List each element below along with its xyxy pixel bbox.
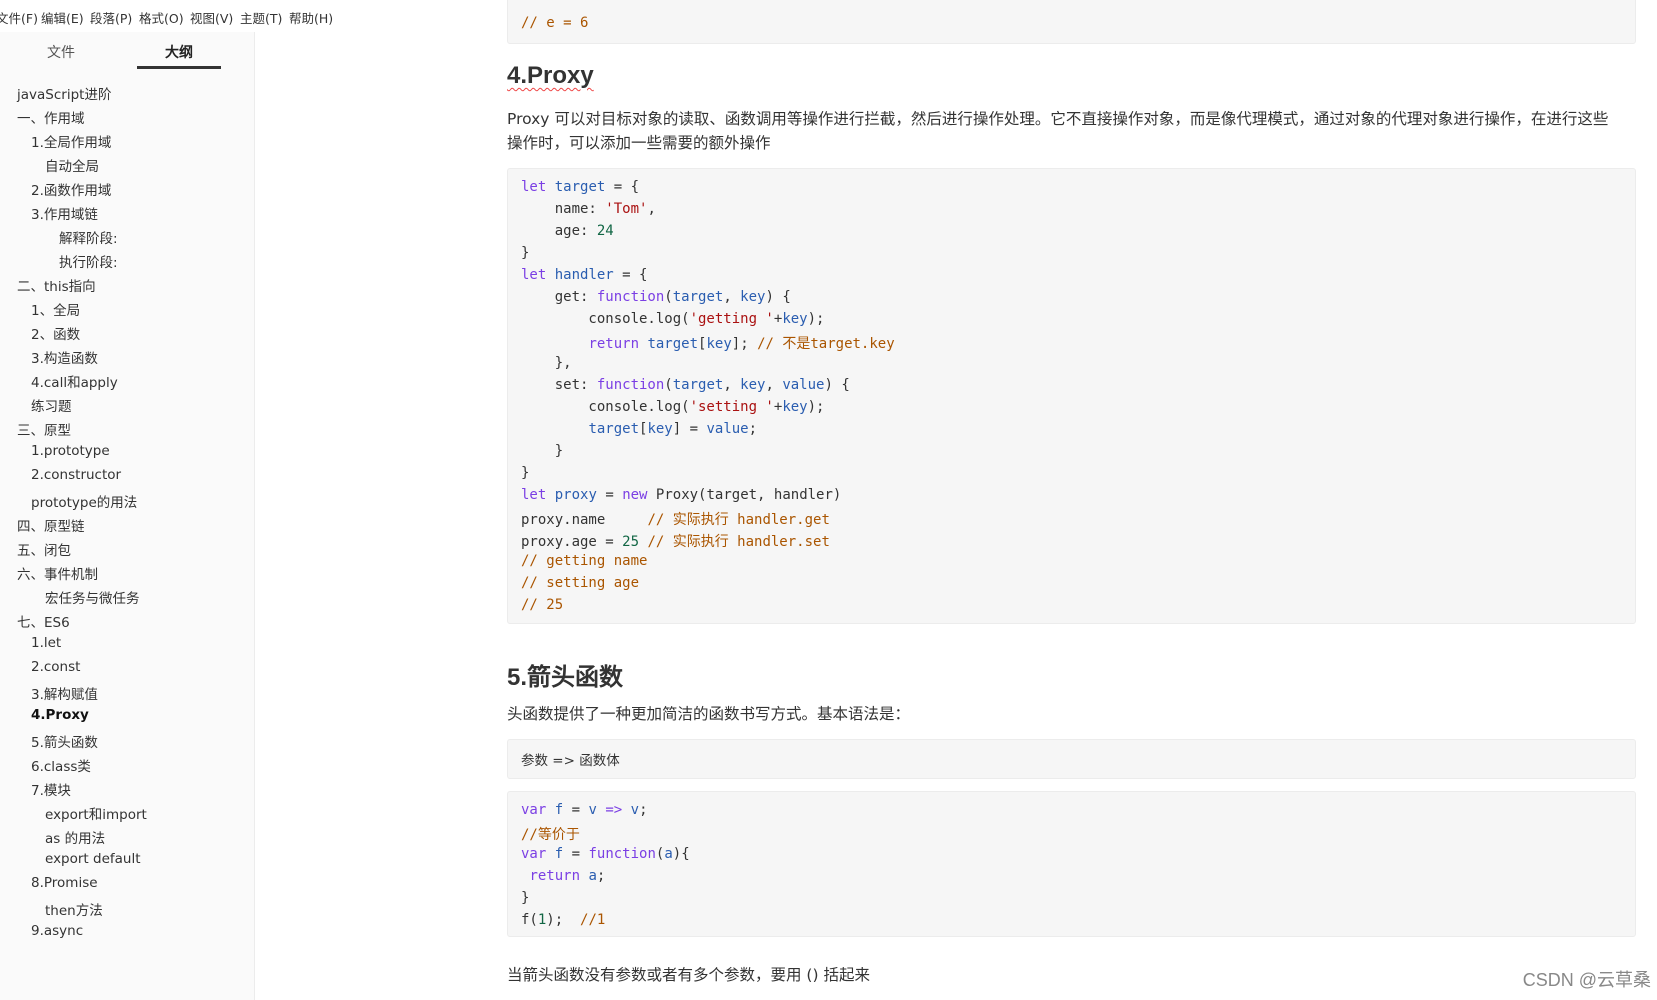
code-block-partial[interactable]: // e = 6: [507, 0, 1636, 44]
arrow-note: 当箭头函数没有参数或者有多个参数，要用 () 括起来: [507, 966, 870, 984]
heading-proxy: 4.Proxy: [507, 62, 594, 89]
outline-item[interactable]: 自动全局: [45, 155, 99, 175]
outline-item[interactable]: 2、函数: [31, 323, 80, 343]
outline-item[interactable]: 2.函数作用域: [31, 179, 111, 199]
outline-item[interactable]: 解释阶段:: [59, 227, 118, 247]
code-line: }: [521, 465, 530, 481]
code-line: // e = 6: [521, 15, 589, 31]
tab-outline[interactable]: 大纲: [165, 42, 193, 62]
code-line: f(1); //1: [521, 912, 606, 928]
outline-item[interactable]: 1.全局作用域: [31, 131, 111, 151]
outline-item[interactable]: javaScript进阶: [17, 83, 111, 103]
code-block-syntax[interactable]: 参数 => 函数体: [507, 739, 1636, 779]
code-line: name: 'Tom',: [521, 201, 656, 217]
code-line: return target[key]; // 不是target.key: [588, 336, 895, 352]
outline-item[interactable]: prototype的用法: [31, 491, 137, 511]
code-block-proxy[interactable]: let target = { name: 'Tom', age: 24 } le…: [507, 168, 1636, 624]
active-tab-indicator: [137, 66, 221, 69]
outline-item[interactable]: 七、ES6: [17, 611, 70, 631]
code-line: let target = {: [521, 179, 640, 195]
outline-item[interactable]: 2.const: [31, 659, 80, 675]
proxy-description-line-2: 操作时，可以添加一些需要的额外操作: [507, 134, 771, 152]
menu-paragraph[interactable]: 段落(P): [90, 8, 132, 27]
outline-item[interactable]: 8.Promise: [31, 875, 98, 891]
outline-item[interactable]: 六、事件机制: [17, 563, 98, 583]
outline-item[interactable]: 9.async: [31, 923, 83, 939]
outline-item[interactable]: 2.constructor: [31, 467, 121, 483]
outline-item[interactable]: then方法: [45, 899, 103, 919]
outline-item[interactable]: 7.模块: [31, 779, 71, 799]
watermark: CSDN @云草桑: [1522, 970, 1651, 990]
code-line: // 25: [521, 597, 564, 613]
code-line: }: [521, 443, 564, 459]
menu-edit[interactable]: 编辑(E): [41, 8, 84, 27]
menu-file[interactable]: 文件(F): [0, 8, 38, 27]
editor-content[interactable]: // e = 6 4.Proxy Proxy 可以对目标对象的读取、函数调用等操…: [256, 0, 1657, 1000]
code-line: proxy.name // 实际执行 handler.get: [521, 512, 830, 528]
outline-item[interactable]: 宏任务与微任务: [45, 587, 140, 607]
outline-item[interactable]: 1、全局: [31, 299, 80, 319]
outline-item[interactable]: 练习题: [31, 395, 72, 415]
outline-item[interactable]: 1.prototype: [31, 443, 110, 459]
outline-item[interactable]: 一、作用域: [17, 107, 85, 127]
code-block-arrow[interactable]: var f = v => v; //等价于 var f = function(a…: [507, 791, 1636, 937]
outline-item[interactable]: 3.作用域链: [31, 203, 98, 223]
code-line: let handler = {: [521, 267, 648, 283]
code-line: console.log('setting '+key);: [521, 399, 825, 415]
code-line: return a;: [529, 868, 606, 884]
proxy-description-line-1: Proxy 可以对目标对象的读取、函数调用等操作进行拦截，然后进行操作处理。它不…: [507, 110, 1609, 128]
code-line: // setting age: [521, 575, 640, 591]
code-line: var f = function(a){: [521, 846, 690, 862]
outline-item-active[interactable]: 4.Proxy: [31, 707, 89, 723]
code-line: proxy.age = 25 // 实际执行 handler.set: [521, 534, 830, 550]
code-line: target[key] = value;: [588, 421, 758, 437]
code-line: // getting name: [521, 553, 648, 569]
outline-item[interactable]: 执行阶段:: [59, 251, 118, 271]
tab-files[interactable]: 文件: [47, 42, 75, 62]
arrow-description: 头函数提供了一种更加简洁的函数书写方式。基本语法是：: [507, 705, 911, 723]
heading-arrow-functions: 5.箭头函数: [507, 664, 624, 691]
code-line: set: function(target, key, value) {: [521, 377, 850, 393]
code-line: }: [521, 890, 530, 906]
code-line: 参数 => 函数体: [521, 753, 620, 769]
menu-view[interactable]: 视图(V): [190, 8, 233, 27]
code-line: get: function(target, key) {: [521, 289, 791, 305]
outline-item[interactable]: 3.解构赋值: [31, 683, 98, 703]
outline-item[interactable]: 五、闭包: [17, 539, 71, 559]
outline-item[interactable]: 四、原型链: [17, 515, 85, 535]
outline-item[interactable]: 三、原型: [17, 419, 71, 439]
code-line: let proxy = new Proxy(target, handler): [521, 487, 842, 503]
code-line: }: [521, 245, 530, 261]
outline-item[interactable]: 4.call和apply: [31, 371, 118, 391]
menu-format[interactable]: 格式(O): [139, 8, 184, 27]
outline-item[interactable]: 3.构造函数: [31, 347, 98, 367]
outline-item[interactable]: 6.class类: [31, 755, 91, 775]
outline-item[interactable]: as 的用法: [45, 827, 105, 847]
code-line: console.log('getting '+key);: [521, 311, 825, 327]
code-line: },: [521, 355, 572, 371]
sidebar: 文件 大纲 javaScript进阶 一、作用域 1.全局作用域 自动全局 2.…: [0, 32, 255, 1000]
code-line: age: 24: [521, 223, 614, 239]
outline-item[interactable]: 二、this指向: [17, 275, 96, 295]
code-line: var f = v => v;: [521, 802, 648, 818]
outline-item[interactable]: 5.箭头函数: [31, 731, 98, 751]
outline-item[interactable]: 1.let: [31, 635, 61, 651]
code-line: //等价于: [521, 827, 580, 843]
outline-item[interactable]: export default: [45, 851, 141, 867]
outline-item[interactable]: export和import: [45, 803, 147, 823]
